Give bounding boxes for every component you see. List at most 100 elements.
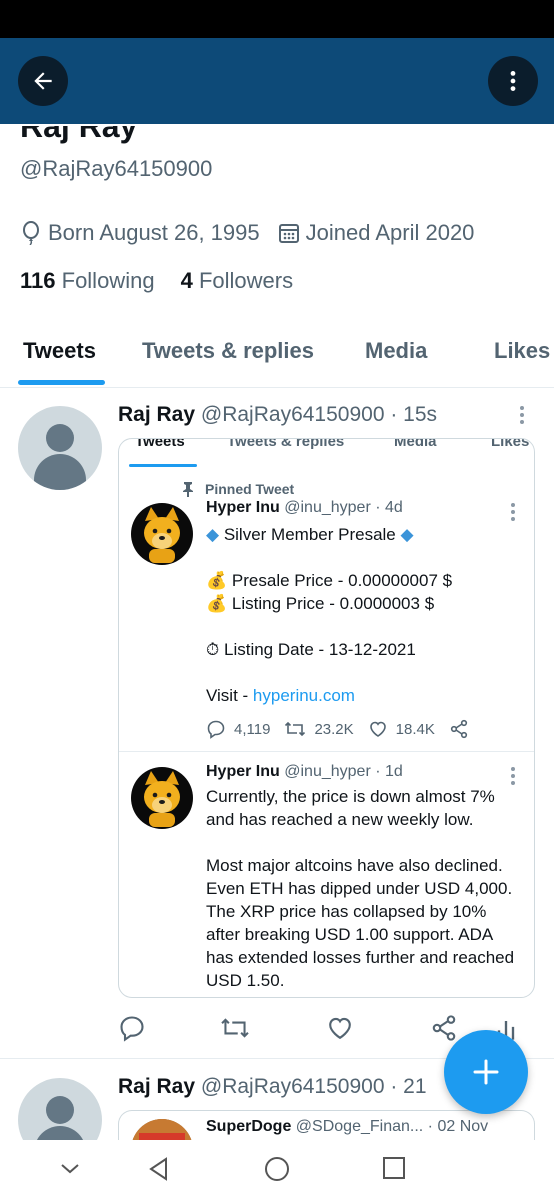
- back-button[interactable]: [18, 56, 68, 106]
- chevron-down-icon: [61, 1164, 79, 1174]
- reply-icon: [207, 720, 225, 739]
- more-options-button[interactable]: [488, 56, 538, 106]
- tweet-time: · 15s: [390, 403, 438, 426]
- diamond-icon: ◆: [400, 525, 414, 544]
- post1-name: Hyper Inu: [206, 499, 280, 516]
- visit-prefix: Visit -: [206, 686, 253, 705]
- compose-tweet-button[interactable]: [444, 1030, 528, 1114]
- post2-para2-l3: The XRP price has collapsed by 10%: [206, 902, 487, 921]
- born-date: Born August 26, 1995: [48, 220, 260, 245]
- profile-tabs: Tweets Tweets & replies Media Likes: [0, 318, 554, 388]
- post2-handle: @inu_hyper · 1d: [284, 763, 403, 780]
- retweet-icon: [221, 1018, 249, 1038]
- follow-stats: 116 Following 4 Followers: [20, 268, 293, 294]
- post2-para2-l5: has extended losses further and reached: [206, 948, 515, 967]
- inner-tab-media: Media: [394, 438, 437, 450]
- heart-icon: [329, 1017, 351, 1040]
- post1-handle: @inu_hyper · 4d: [284, 499, 403, 516]
- retweet-icon: [285, 721, 306, 737]
- tab-media[interactable]: Media: [365, 338, 427, 364]
- superdoge-header: SuperDoge @SDoge_Finan... · 02 Nov: [206, 1118, 488, 1136]
- pin-icon: [183, 482, 193, 497]
- back-triangle-icon: [149, 1157, 167, 1181]
- active-tab-indicator: [18, 380, 105, 385]
- superdoge-time: · 02 Nov: [427, 1118, 489, 1135]
- post1-retweets: 23.2K: [314, 720, 354, 738]
- joined-date: Joined April 2020: [305, 220, 475, 245]
- share-icon: [450, 719, 467, 739]
- heart-icon: [369, 721, 386, 737]
- post2-name: Hyper Inu: [206, 763, 280, 780]
- profile-handle: @RajRay64150900: [20, 156, 213, 181]
- post1-line2: 💰 Presale Price - 0.00000007 $: [206, 569, 452, 592]
- tweet-header: Raj Ray @RajRay64150900 · 15s: [118, 403, 437, 427]
- nav-home-button[interactable]: [264, 1156, 290, 1187]
- pinned-label: Pinned Tweet: [181, 481, 294, 497]
- inner-tab-likes: Likes: [491, 438, 530, 450]
- tab-tweets[interactable]: Tweets: [23, 338, 96, 364]
- retweet-button[interactable]: [220, 1014, 250, 1047]
- tweet-author-name: Raj Ray: [118, 403, 196, 426]
- post2-para1-l1: Currently, the price is down almost 7%: [206, 787, 495, 806]
- post2-para2-l6: USD 1.50.: [206, 971, 285, 990]
- calendar-icon: [278, 224, 299, 243]
- post1-replies: 4,119: [234, 720, 271, 738]
- share-icon: [432, 1015, 456, 1041]
- reply-button[interactable]: [118, 1014, 146, 1047]
- inner-tab-indicator: [129, 464, 197, 467]
- post1-visit: Visit - hyperinu.com: [206, 684, 355, 707]
- following-count: 116: [20, 268, 56, 293]
- post-divider: [119, 751, 534, 752]
- arrow-left-icon: [34, 72, 52, 90]
- home-circle-icon: [265, 1157, 289, 1181]
- following-link[interactable]: 116 Following: [20, 268, 155, 294]
- tweet-time: · 21: [390, 1075, 427, 1098]
- nav-recents-button[interactable]: [382, 1156, 406, 1185]
- tweet-header: Raj Ray @RajRay64150900 · 21: [118, 1075, 427, 1099]
- post2-header: Hyper Inu @inu_hyper · 1d: [206, 763, 403, 781]
- post1-line4: ⏱ Listing Date - 13-12-2021: [206, 638, 416, 661]
- post1-stats: 4,119 23.2K 18.4K: [206, 719, 483, 739]
- tab-likes[interactable]: Likes: [494, 338, 550, 364]
- hyper-inu-avatar: [131, 767, 193, 829]
- followers-label: Followers: [198, 268, 294, 293]
- post1-line3: 💰 Listing Price - 0.0000003 $: [206, 592, 434, 615]
- visit-link: hyperinu.com: [252, 686, 355, 705]
- more-vertical-icon: [510, 71, 516, 91]
- hyper-inu-avatar: [131, 503, 193, 565]
- stopwatch-icon: ⏱: [206, 640, 220, 659]
- superdoge-name: SuperDoge: [206, 1118, 292, 1135]
- like-button[interactable]: [326, 1014, 354, 1047]
- money-bag-icon: 💰: [206, 571, 228, 590]
- post1-line3-text: Listing Price - 0.0000003 $: [231, 594, 435, 613]
- tweet-author-handle: @RajRay64150900: [200, 403, 385, 426]
- balloon-icon: [23, 221, 39, 245]
- inner-tab-tweets: Tweets: [135, 438, 185, 450]
- post2-para1-l2: and has reached a new weekly low.: [206, 810, 474, 829]
- share-button[interactable]: [430, 1014, 458, 1047]
- inner-tab-replies: Tweets & replies: [227, 438, 345, 450]
- tweet-author-handle: @RajRay64150900: [200, 1075, 385, 1098]
- followers-link[interactable]: 4 Followers: [181, 268, 294, 294]
- tweet-image-screenshot[interactable]: Tweets Tweets & replies Media Likes Pinn…: [118, 438, 535, 998]
- post2-para2-l4: after breaking USD 1.00 support. ADA: [206, 925, 494, 944]
- status-bar: [0, 0, 554, 38]
- post1-line1: ◆ Silver Member Presale ◆: [206, 523, 414, 546]
- nav-back-button[interactable]: [146, 1156, 172, 1187]
- post1-header: Hyper Inu @inu_hyper · 4d: [206, 499, 403, 517]
- post2-para2-l1: Most major altcoins have also declined.: [206, 856, 503, 875]
- post1-likes: 18.4K: [395, 720, 435, 738]
- reply-icon: [120, 1016, 144, 1042]
- plus-icon: [473, 1059, 499, 1085]
- money-bag-icon: 💰: [206, 594, 228, 613]
- tweet-menu-icon[interactable]: [520, 406, 526, 427]
- avatar[interactable]: [18, 406, 102, 490]
- post1-line4-text: Listing Date - 13-12-2021: [224, 640, 416, 659]
- post1-line1-text: Silver Member Presale: [223, 525, 396, 544]
- nav-hide-button[interactable]: [58, 1156, 82, 1185]
- post1-menu-icon: [511, 503, 517, 524]
- inner-tabs: Tweets Tweets & replies Media Likes: [119, 439, 534, 469]
- profile-meta: Born August 26, 1995 Joined April 2020: [20, 220, 474, 246]
- tab-tweets-replies[interactable]: Tweets & replies: [142, 338, 314, 364]
- tweet-author-name: Raj Ray: [118, 1075, 196, 1098]
